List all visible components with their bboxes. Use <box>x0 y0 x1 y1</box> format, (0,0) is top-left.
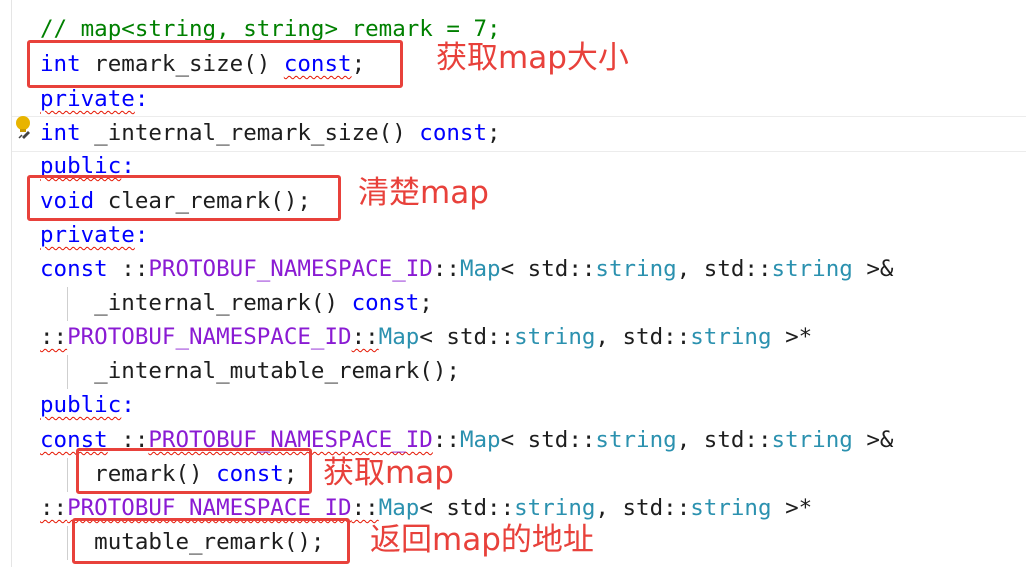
editor-gutter-line <box>11 0 12 567</box>
code-token: string <box>771 256 853 282</box>
code-token: : <box>134 86 149 112</box>
code-token: >* <box>771 495 813 521</box>
code-token: Map <box>459 427 501 453</box>
code-token: >& <box>852 427 894 453</box>
code-token: :: <box>351 324 379 350</box>
annotation-return-map-address: 返回map的地址 <box>370 522 594 558</box>
code-token: const <box>40 256 108 282</box>
code-token: < std:: <box>500 256 596 282</box>
code-token: Map <box>378 324 420 350</box>
code-token: string <box>771 427 853 453</box>
code-token: , std:: <box>676 256 772 282</box>
indent-guide <box>67 458 68 492</box>
code-token: :: <box>40 495 68 521</box>
code-token: string <box>690 495 772 521</box>
code-line[interactable]: ::PROTOBUF_NAMESPACE_ID::Map< std::strin… <box>40 320 812 354</box>
code-token: : <box>121 392 135 418</box>
code-token: Map <box>378 495 420 521</box>
code-token: :: <box>351 495 379 521</box>
code-token: string <box>514 324 596 350</box>
annotation-clear-map: 清楚map <box>358 175 489 211</box>
code-token: :: <box>432 427 460 453</box>
code-token: string <box>690 324 772 350</box>
code-token: , std:: <box>595 495 691 521</box>
annotation-box-clear-remark <box>27 175 341 221</box>
code-token: ; <box>419 290 433 316</box>
code-line[interactable]: public: <box>40 388 135 422</box>
code-token: PROTOBUF_NAMESPACE_ID <box>148 256 433 282</box>
code-token: _internal_remark() <box>40 290 352 316</box>
code-token: :: <box>40 324 68 350</box>
code-token: _internal_remark_size() <box>80 120 420 146</box>
code-token: public <box>40 392 122 418</box>
indent-guide <box>67 526 68 560</box>
code-token: int <box>40 120 81 146</box>
code-line[interactable]: int _internal_remark_size() const; <box>40 116 501 150</box>
code-token: // map<string, string> remark = 7; <box>40 16 501 42</box>
annotation-get-map: 获取map <box>323 455 454 491</box>
annotation-box-remark-size <box>27 40 403 88</box>
code-line[interactable]: const ::PROTOBUF_NAMESPACE_ID::Map< std:… <box>40 252 893 286</box>
code-token: string <box>595 256 677 282</box>
annotation-box-mutable-remark <box>72 518 350 564</box>
code-token: private <box>40 222 135 248</box>
indent-guide <box>67 287 68 321</box>
code-token: _internal_mutable_remark(); <box>40 358 460 384</box>
code-token: Map <box>459 256 501 282</box>
code-line[interactable]: _internal_mutable_remark(); <box>40 354 460 388</box>
code-token: const <box>419 120 488 146</box>
code-line[interactable]: private: <box>40 218 148 252</box>
code-token: , std:: <box>595 324 691 350</box>
code-token: < std:: <box>419 324 515 350</box>
code-token: const <box>351 290 420 316</box>
code-token: >& <box>852 256 894 282</box>
code-token: string <box>514 495 596 521</box>
code-token: < std:: <box>419 495 515 521</box>
code-token: :: <box>432 256 460 282</box>
code-line[interactable]: _internal_remark() const; <box>40 286 433 320</box>
annotation-box-remark <box>76 448 312 494</box>
code-token: string <box>595 427 677 453</box>
code-token: PROTOBUF_NAMESPACE_ID <box>67 324 352 350</box>
indent-guide <box>67 355 68 389</box>
code-token: :: <box>107 256 149 282</box>
annotation-get-map-size: 获取map大小 <box>436 40 629 76</box>
code-token: < std:: <box>500 427 596 453</box>
lightbulb-icon[interactable] <box>13 115 35 141</box>
code-token: >* <box>771 324 813 350</box>
code-token: : <box>134 222 149 248</box>
code-token: ; <box>487 120 501 146</box>
code-token: private <box>40 86 135 112</box>
code-token: , std:: <box>676 427 772 453</box>
